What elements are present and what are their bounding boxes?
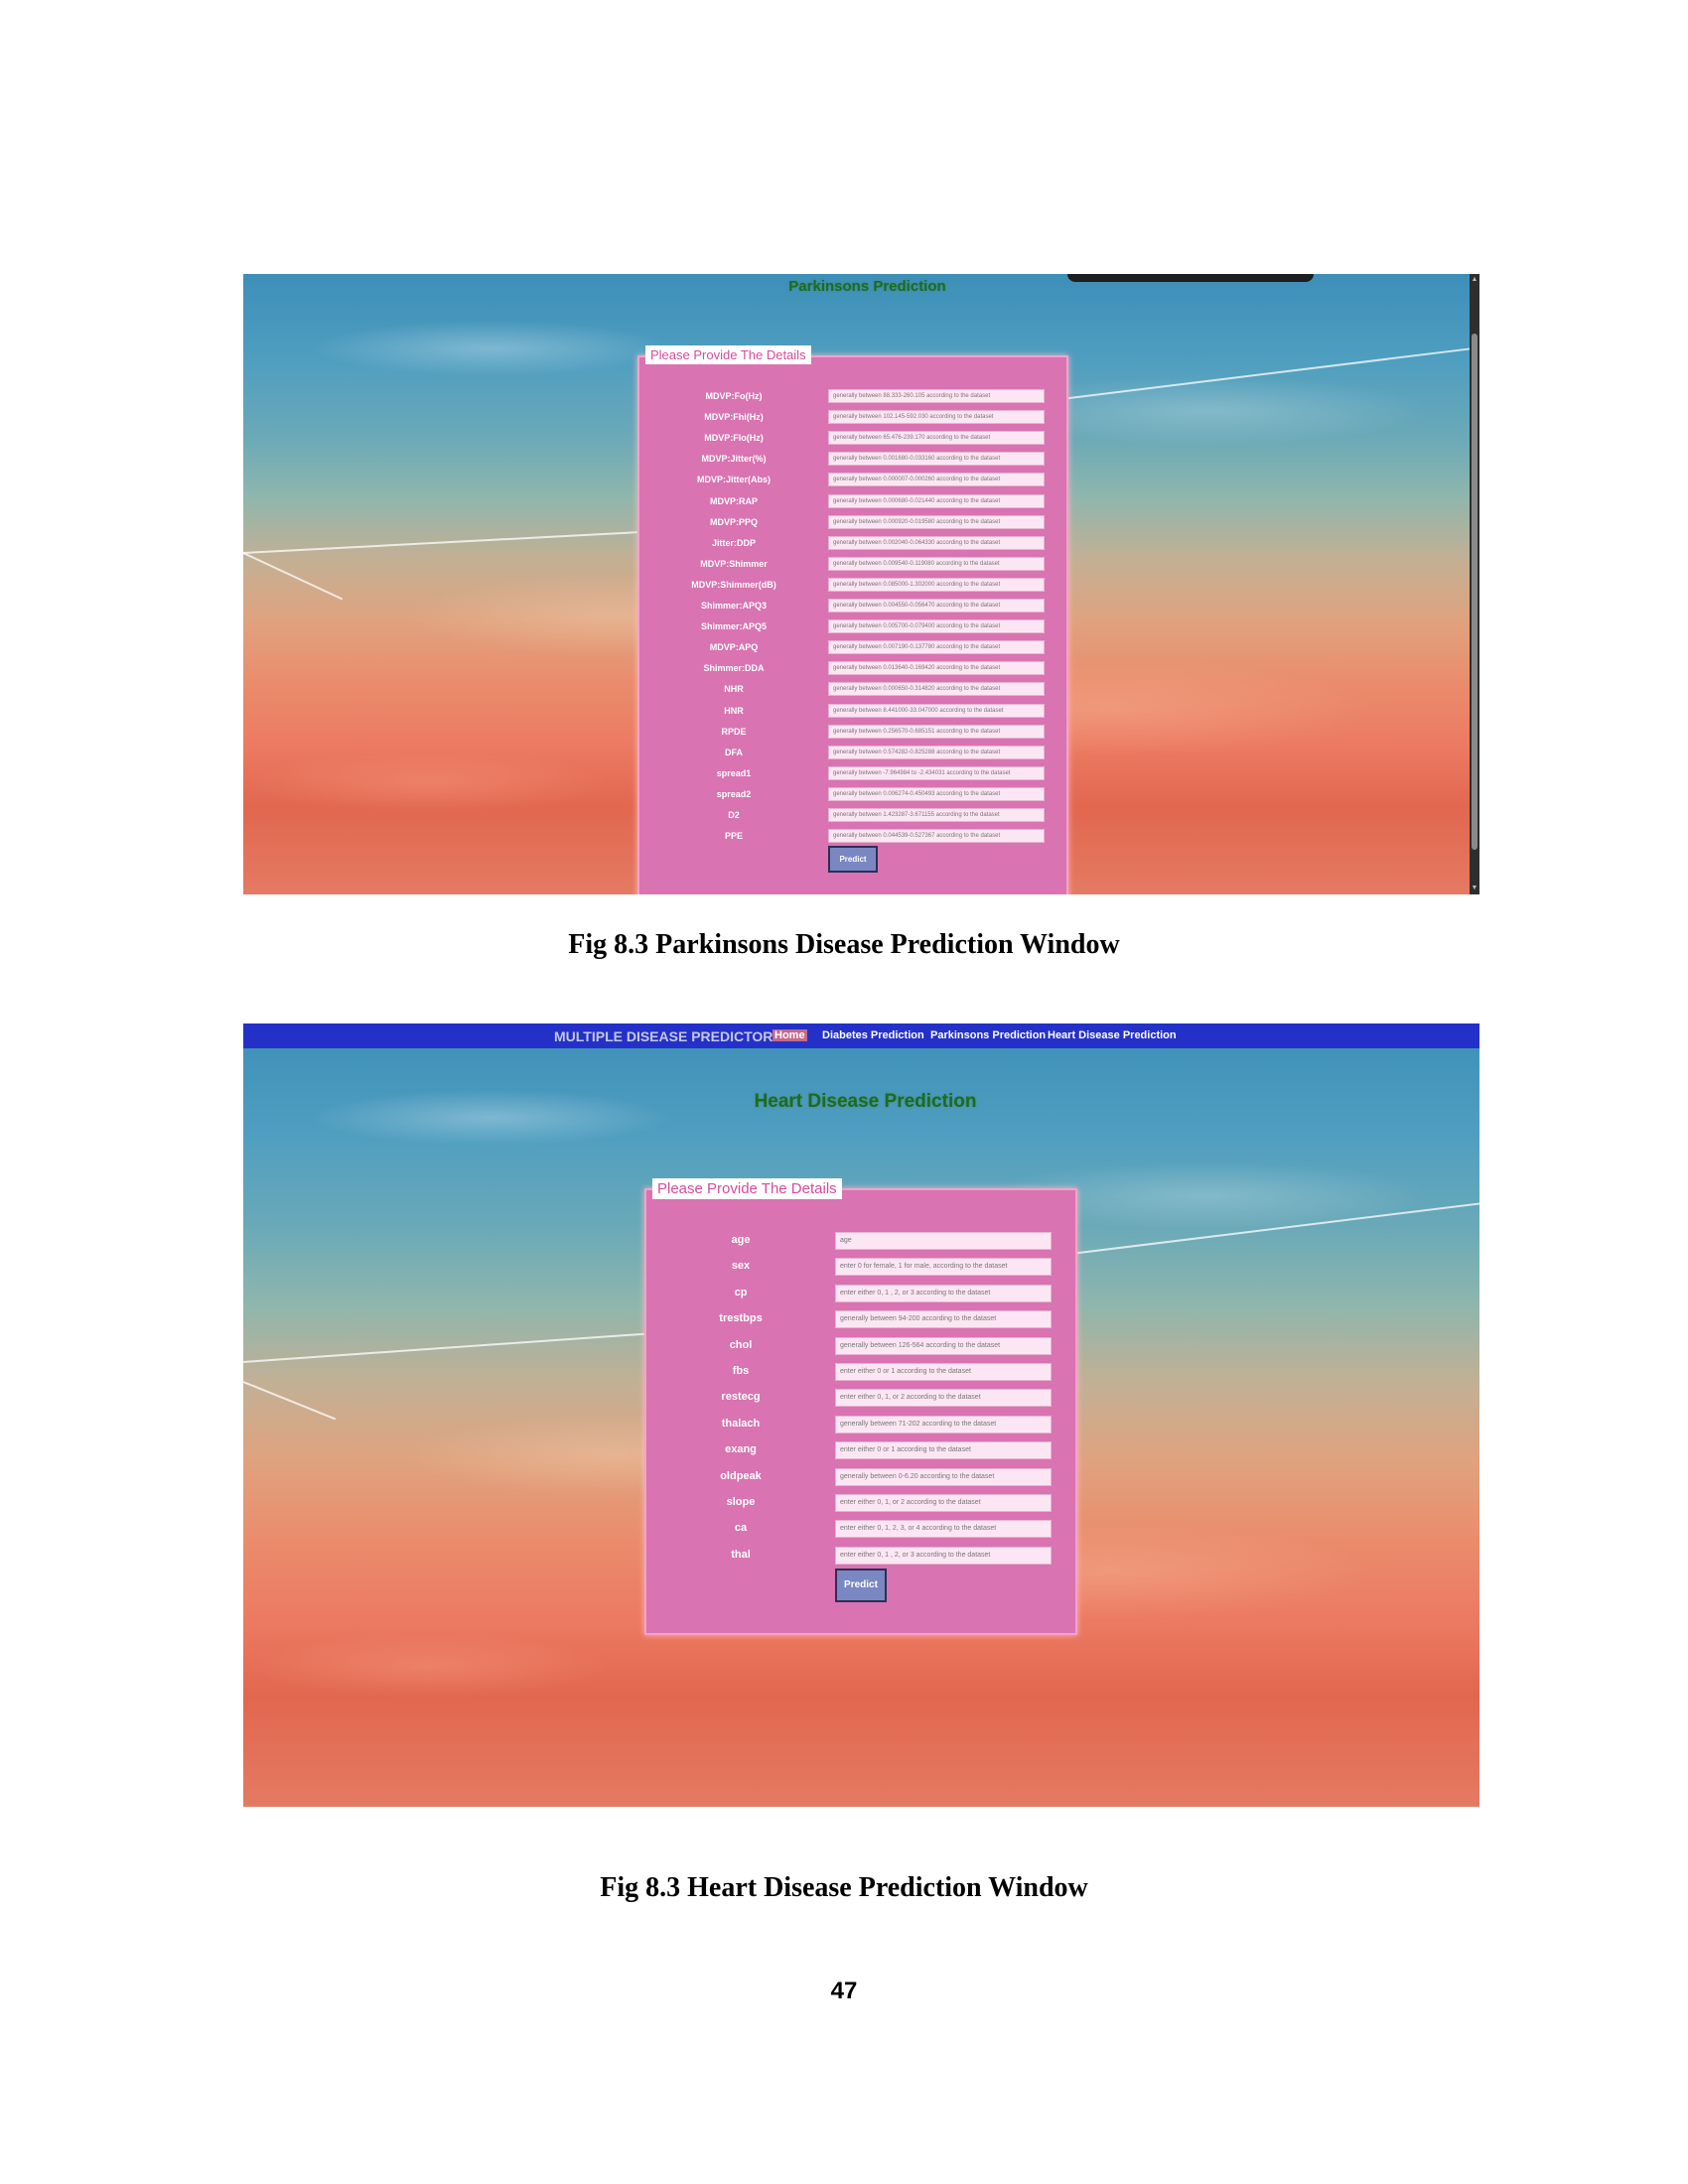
field-input[interactable]: generally between 65.476-239.170 accordi… [828, 431, 1045, 446]
page-title: Parkinsons Prediction [788, 278, 946, 295]
scrollbar[interactable]: ▲ ▼ [1470, 274, 1479, 894]
field-label: thal [731, 1548, 751, 1561]
field-input[interactable]: generally between 94-200 according to th… [835, 1310, 1052, 1329]
field-label: cp [734, 1286, 748, 1298]
field-label: MDVP:PPQ [709, 516, 758, 527]
field-input[interactable]: generally between 71-202 according to th… [835, 1415, 1052, 1433]
predict-button[interactable]: Predict [828, 846, 878, 873]
parkinsons-screenshot: Parkinsons Prediction Please Provide The… [243, 274, 1479, 894]
field-label: Shimmer:APQ5 [700, 621, 768, 632]
field-label: RPDE [721, 726, 747, 737]
field-input[interactable]: generally between 0.000680-0.021440 acco… [828, 493, 1045, 508]
brand-logo[interactable]: MULTIPLE DISEASE PREDICTOR [554, 1028, 773, 1044]
field-input[interactable]: generally between 0.256570-0.685151 acco… [828, 724, 1045, 739]
field-label: MDVP:APQ [709, 642, 759, 653]
scroll-up-icon[interactable]: ▲ [1471, 276, 1478, 284]
form-legend: Please Provide The Details [652, 1178, 842, 1199]
field-input[interactable]: enter either 0 or 1 according to the dat… [835, 1363, 1052, 1381]
details-form: Please Provide The Details age age sex ente… [644, 1178, 1077, 1635]
field-input[interactable]: generally between -7.964984 to -2.434031… [828, 765, 1045, 780]
nav-home[interactable]: Home [773, 1029, 807, 1041]
page-number: 47 [830, 1978, 858, 2004]
field-input[interactable]: enter either 0, 1, 2, 3, or 4 according … [835, 1520, 1052, 1539]
field-label: ca [734, 1522, 748, 1535]
field-input[interactable]: generally between 0.006274-0.450493 acco… [828, 786, 1045, 801]
field-input[interactable]: enter either 0, 1, or 2 according to the… [835, 1494, 1052, 1512]
field-label: NHR [724, 684, 744, 695]
field-input[interactable]: generally between 0.004550-0.056470 acco… [828, 599, 1045, 613]
field-input[interactable]: generally between 126-564 according to t… [835, 1336, 1052, 1355]
field-input[interactable]: generally between 0.000920-0.019580 acco… [828, 514, 1045, 529]
field-input[interactable]: generally between 0.013640-0.169420 acco… [828, 661, 1045, 676]
nav-parkinsons[interactable]: Parkinsons Prediction [930, 1029, 1046, 1041]
field-input[interactable]: generally between 88.333-260.105 accordi… [828, 389, 1045, 403]
field-label: sex [731, 1260, 751, 1273]
field-label: MDVP:Shimmer(dB) [691, 579, 776, 590]
field-label: spread2 [716, 788, 752, 799]
details-form: Please Provide The Details MDVP:Fo(Hz) ge… [637, 345, 1068, 894]
field-input[interactable]: generally between 0.009540-0.119080 acco… [828, 556, 1045, 571]
field-input[interactable]: generally between 8.441000-33.047000 acc… [828, 703, 1045, 718]
field-label: spread1 [716, 767, 752, 778]
field-label: MDVP:Shimmer [700, 558, 768, 569]
field-label: PPE [724, 831, 743, 842]
field-label: MDVP:Fo(Hz) [705, 391, 763, 401]
field-input[interactable]: generally between 102.145-592.030 accord… [828, 410, 1045, 425]
field-label: DFA [725, 747, 743, 757]
field-input[interactable]: generally between 0.085000-1.302000 acco… [828, 577, 1045, 592]
field-input[interactable]: generally between 1.423287-3.671155 acco… [828, 808, 1045, 822]
field-input[interactable]: generally between 0.005700-0.079400 acco… [828, 619, 1045, 634]
figure-caption: Fig 8.3 Heart Disease Prediction Window [600, 1872, 1088, 1903]
field-input[interactable]: enter either 0, 1, or 2 according to the… [835, 1389, 1052, 1408]
field-input[interactable]: age [835, 1232, 1052, 1250]
field-label: trestbps [719, 1312, 763, 1325]
field-label: MDVP:Flo(Hz) [704, 433, 764, 444]
field-label: HNR [724, 705, 744, 716]
field-label: Shimmer:APQ3 [700, 601, 768, 611]
field-label: fbs [732, 1365, 750, 1377]
field-label: MDVP:RAP [709, 495, 758, 506]
field-input[interactable]: generally between 0.007190-0.137780 acco… [828, 640, 1045, 655]
page-title: Heart Disease Prediction [754, 1091, 977, 1112]
nav-heart[interactable]: Heart Disease Prediction [1048, 1029, 1177, 1041]
field-input[interactable]: generally between 0.002040-0.064330 acco… [828, 535, 1045, 550]
field-label: thalach [721, 1417, 761, 1430]
field-input[interactable]: generally between 0.574282-0.825288 acco… [828, 745, 1045, 759]
field-label: exang [725, 1443, 757, 1456]
field-label: slope [726, 1496, 756, 1508]
field-input[interactable]: generally between 0.000650-0.314820 acco… [828, 682, 1045, 697]
field-input[interactable]: generally between 0-6.20 according to th… [835, 1467, 1052, 1486]
top-navbar: MULTIPLE DISEASE PREDICTOR Home Diabetes… [243, 1024, 1479, 1048]
field-input[interactable]: generally between 0.044539-0.527367 acco… [828, 829, 1045, 844]
field-label: Jitter:DDP [711, 537, 756, 548]
field-input[interactable]: generally between 0.000007-0.000260 acco… [828, 473, 1045, 487]
scrollbar-thumb[interactable] [1472, 334, 1477, 850]
nav-diabetes[interactable]: Diabetes Prediction [822, 1029, 924, 1041]
field-input[interactable]: enter either 0, 1 , 2, or 3 according to… [835, 1284, 1052, 1302]
field-label: chol [729, 1338, 753, 1351]
field-label: MDVP:Jitter(Abs) [696, 475, 771, 485]
field-input[interactable]: generally between 0.001680-0.033160 acco… [828, 452, 1045, 467]
field-label: Shimmer:DDA [703, 663, 765, 674]
field-label: oldpeak [720, 1469, 762, 1482]
field-label: MDVP:Fhi(Hz) [704, 412, 764, 423]
field-input[interactable]: enter 0 for female, 1 for male, accordin… [835, 1258, 1052, 1277]
form-legend: Please Provide The Details [645, 345, 811, 364]
predict-button[interactable]: Predict [835, 1569, 887, 1602]
scroll-down-icon[interactable]: ▼ [1471, 885, 1478, 892]
figure-caption: Fig 8.3 Parkinsons Disease Prediction Wi… [568, 929, 1120, 960]
field-label: age [731, 1234, 751, 1246]
field-label: MDVP:Jitter(%) [701, 454, 767, 465]
heart-screenshot: MULTIPLE DISEASE PREDICTOR Home Diabetes… [243, 1024, 1479, 1807]
field-input[interactable]: enter either 0, 1 , 2, or 3 according to… [835, 1546, 1052, 1565]
field-label: D2 [728, 810, 740, 820]
field-input[interactable]: enter either 0 or 1 according to the dat… [835, 1441, 1052, 1460]
field-label: restecg [721, 1391, 761, 1404]
